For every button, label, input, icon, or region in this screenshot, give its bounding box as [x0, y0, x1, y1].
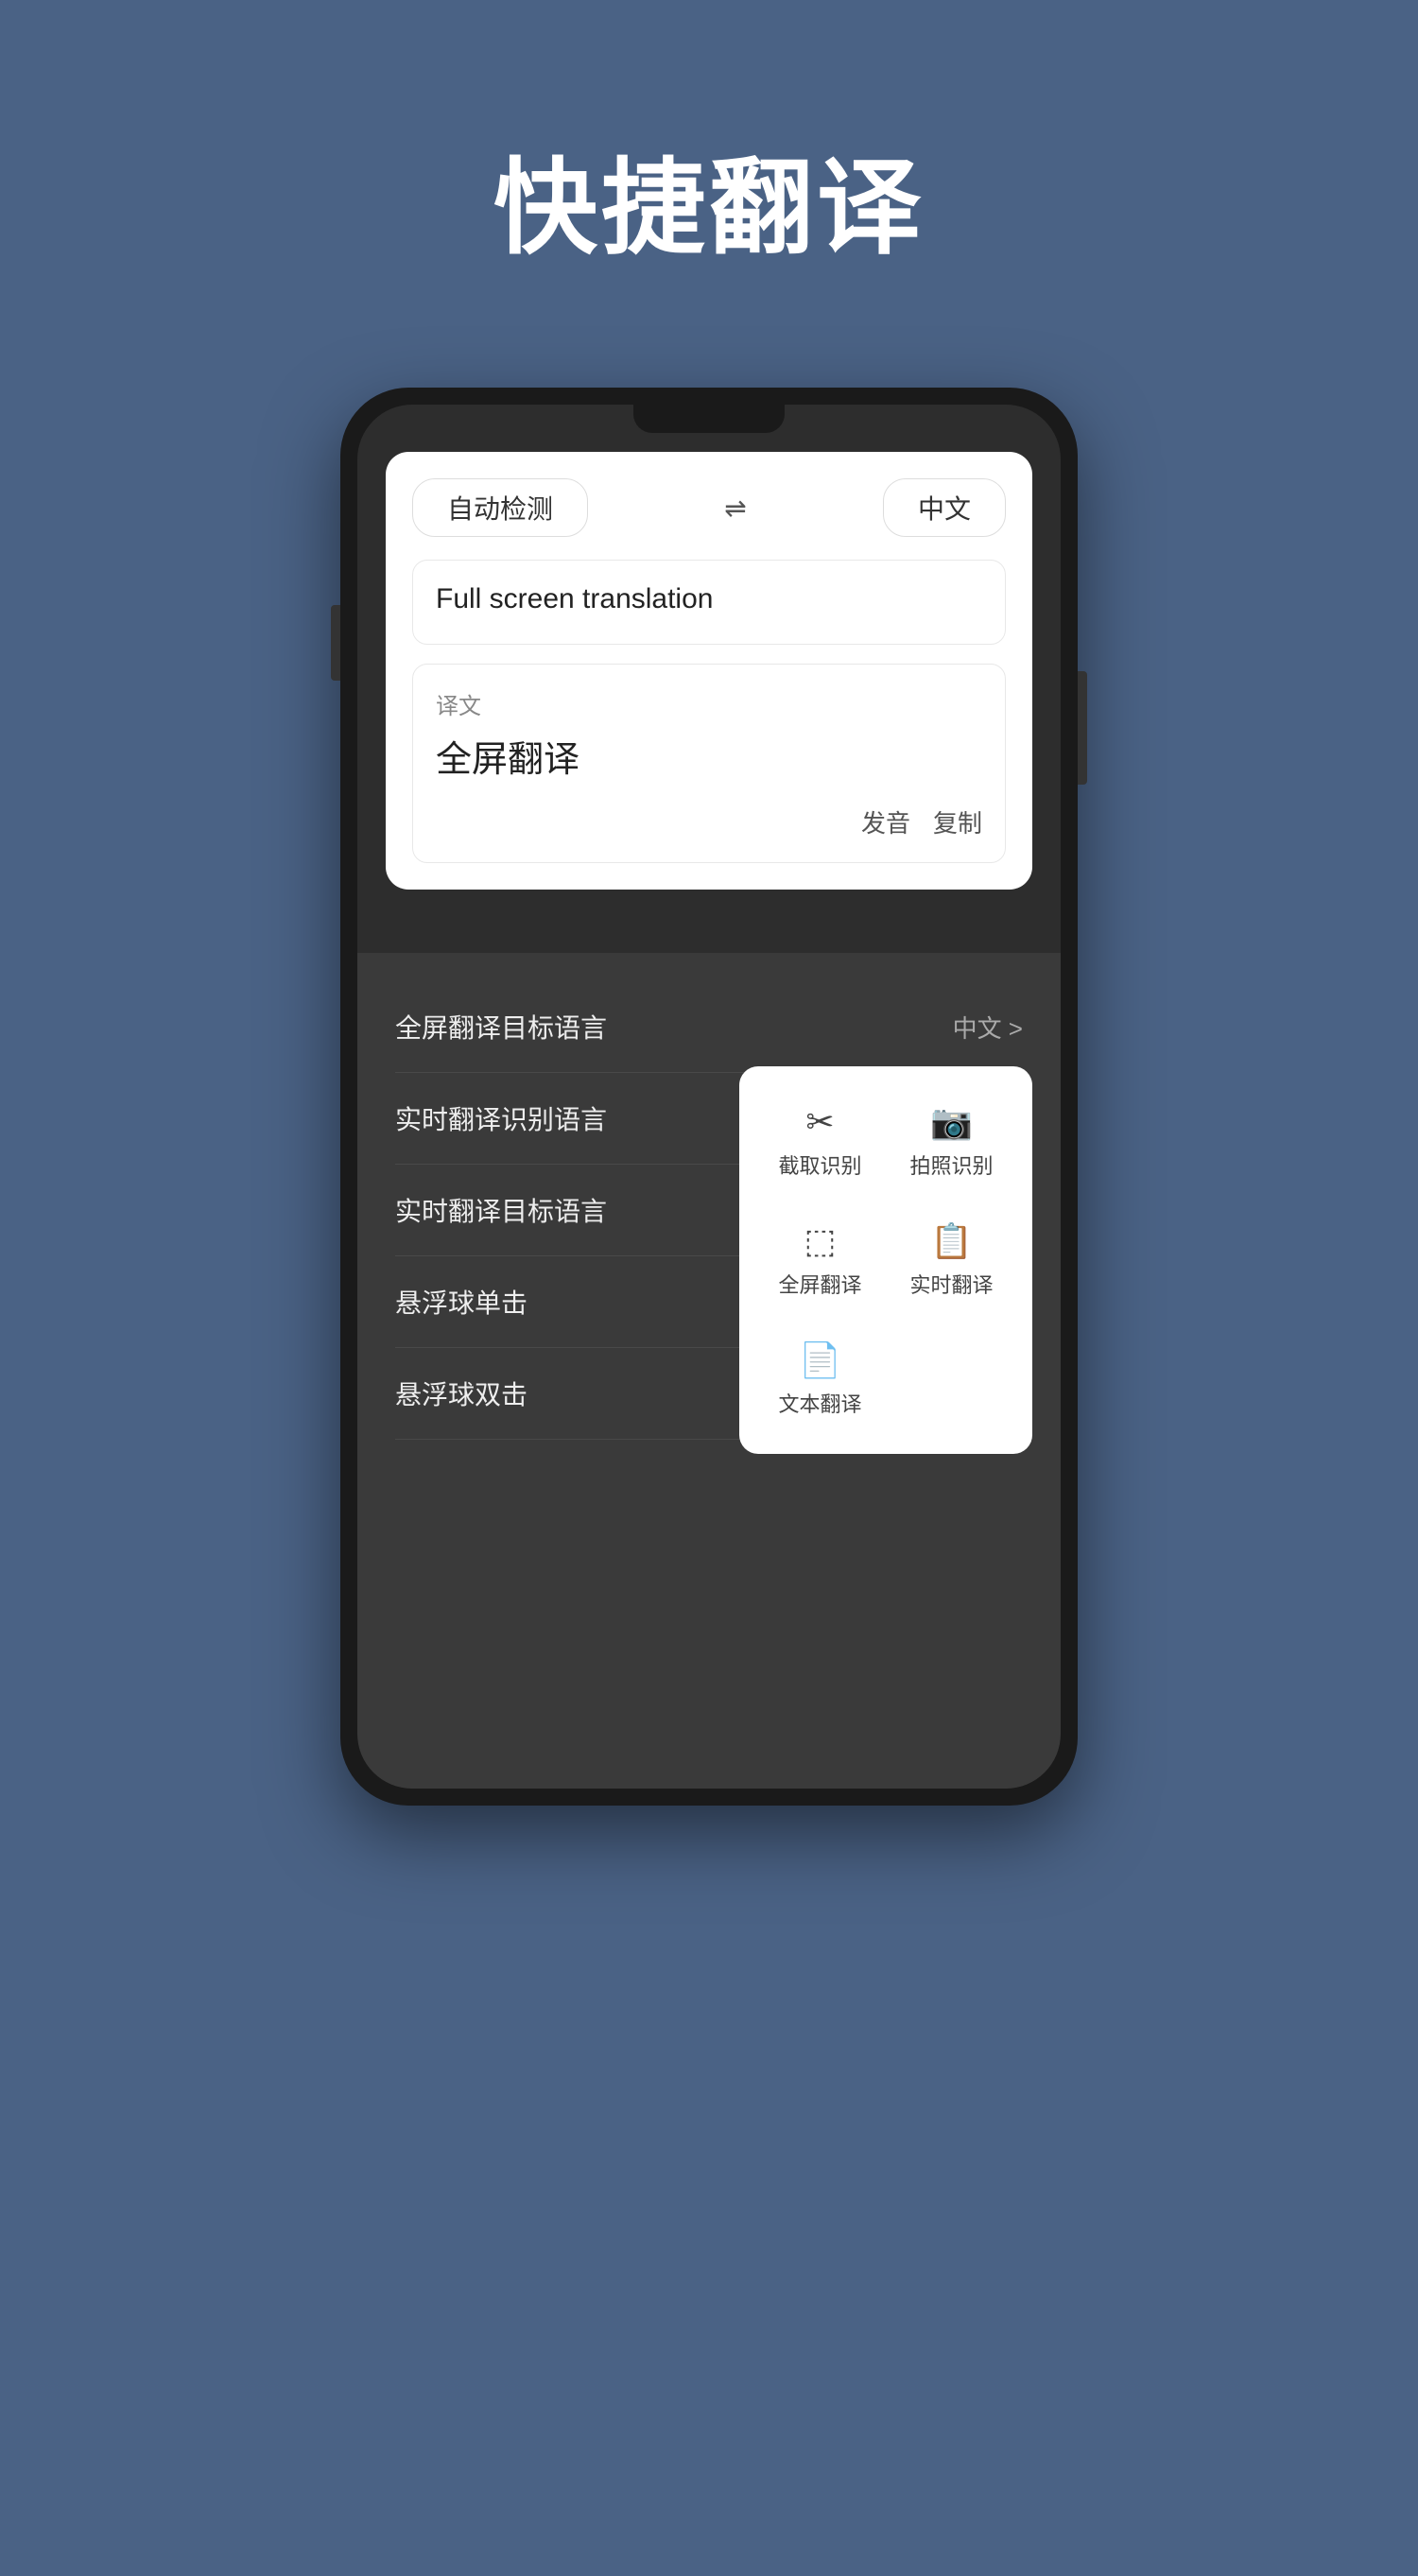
settings-label-realtime-source: 实时翻译识别语言	[395, 1099, 607, 1137]
volume-button	[331, 605, 340, 681]
output-actions: 发音 复制	[436, 804, 982, 839]
translation-card: 自动检测 ⇌ 中文 Full screen translation 译文 全屏翻…	[386, 452, 1032, 890]
phone-frame: 自动检测 ⇌ 中文 Full screen translation 译文 全屏翻…	[340, 388, 1078, 1806]
camera-icon: 📷	[930, 1102, 973, 1142]
text-label: 文本翻译	[778, 1388, 861, 1418]
phone-body: 自动检测 ⇌ 中文 Full screen translation 译文 全屏翻…	[340, 388, 1078, 1806]
realtime-icon: 📋	[930, 1221, 973, 1261]
settings-value-fullscreen-target: 中文 >	[953, 1010, 1023, 1045]
settings-label-realtime-target: 实时翻译目标语言	[395, 1191, 607, 1229]
target-lang-button[interactable]: 中文	[883, 478, 1006, 537]
text-icon: 📄	[799, 1340, 841, 1380]
pronounce-button[interactable]: 发音	[861, 804, 910, 839]
page-title: 快捷翻译	[493, 123, 925, 274]
settings-label-fullscreen-target: 全屏翻译目标语言	[395, 1008, 607, 1046]
quick-action-text[interactable]: 📄 文本翻译	[758, 1323, 882, 1435]
quick-action-camera[interactable]: 📷 拍照识别	[890, 1085, 1013, 1197]
source-lang-button[interactable]: 自动检测	[412, 478, 588, 537]
crop-label: 截取识别	[778, 1150, 861, 1180]
fullscreen-label: 全屏翻译	[778, 1269, 861, 1299]
fullscreen-icon: ⬚	[804, 1221, 836, 1261]
output-text: 全屏翻译	[436, 730, 982, 782]
swap-icon[interactable]: ⇌	[724, 493, 746, 524]
settings-label-float-double: 悬浮球双击	[395, 1374, 527, 1412]
quick-action-realtime[interactable]: 📋 实时翻译	[890, 1204, 1013, 1316]
translation-output: 译文 全屏翻译 发音 复制	[412, 664, 1006, 863]
quick-action-crop[interactable]: ✂ 截取识别	[758, 1085, 882, 1197]
language-selector: 自动检测 ⇌ 中文	[412, 478, 1006, 537]
settings-label-float-single: 悬浮球单击	[395, 1283, 527, 1321]
power-button	[1078, 671, 1087, 785]
copy-button[interactable]: 复制	[933, 804, 982, 839]
realtime-label: 实时翻译	[909, 1269, 993, 1299]
quick-action-popup: ✂ 截取识别 📷 拍照识别 ⬚ 全屏翻译 📋 实时翻译 📄 文本翻译	[739, 1066, 1032, 1454]
quick-action-fullscreen[interactable]: ⬚ 全屏翻译	[758, 1204, 882, 1316]
crop-icon: ✂	[805, 1102, 834, 1142]
phone-notch	[633, 405, 785, 433]
output-label: 译文	[436, 687, 982, 720]
phone-screen: 自动检测 ⇌ 中文 Full screen translation 译文 全屏翻…	[357, 405, 1061, 1789]
translation-input[interactable]: Full screen translation	[412, 560, 1006, 645]
settings-row-fullscreen-target[interactable]: 全屏翻译目标语言 中文 >	[395, 981, 1023, 1073]
camera-label: 拍照识别	[909, 1150, 993, 1180]
